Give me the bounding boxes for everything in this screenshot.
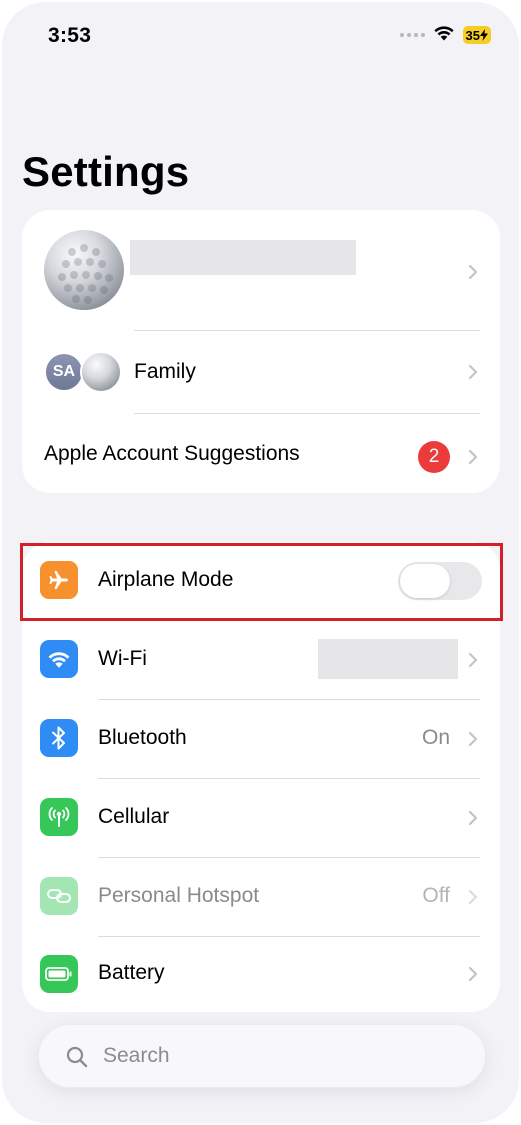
chevron-right-icon — [468, 652, 478, 668]
signal-dots-icon — [399, 33, 425, 37]
account-suggestions-row[interactable]: Apple Account Suggestions 2 — [22, 414, 500, 493]
hotspot-link-icon — [40, 877, 78, 915]
family-member-avatar: SA — [44, 352, 84, 392]
wifi-status-icon — [433, 24, 455, 46]
chevron-right-icon — [468, 449, 478, 465]
wifi-icon — [40, 640, 78, 678]
personal-hotspot-label: Personal Hotspot — [98, 884, 260, 907]
account-avatar — [44, 230, 124, 310]
wifi-network-redacted — [318, 639, 458, 679]
bluetooth-icon — [40, 719, 78, 757]
bluetooth-status-value: On — [421, 726, 450, 749]
personal-hotspot-value: Off — [422, 884, 450, 907]
wifi-label: Wi-Fi — [98, 647, 147, 670]
account-card: SA Family Apple Account Suggestions 2 — [22, 210, 500, 493]
family-row[interactable]: SA Family — [22, 331, 500, 413]
family-owner-avatar — [80, 351, 122, 393]
battery-label: Battery — [98, 961, 165, 984]
chevron-right-icon — [468, 966, 478, 982]
chevron-right-icon — [468, 364, 478, 380]
account-name-redacted — [130, 240, 356, 275]
battery-row[interactable]: Battery — [22, 937, 500, 1012]
cellular-label: Cellular — [98, 805, 170, 828]
status-time: 3:53 — [48, 24, 92, 47]
family-label: Family — [134, 360, 196, 383]
suggestions-count-badge: 2 — [418, 441, 450, 473]
search-icon — [65, 1045, 89, 1074]
airplane-mode-highlight-box — [20, 543, 503, 621]
apple-account-row[interactable] — [22, 210, 500, 330]
wifi-row[interactable]: Wi-Fi — [22, 621, 500, 699]
settings-screen: 3:53 35 Settings SA Family Apple Account… — [2, 2, 519, 1123]
chevron-right-icon — [468, 731, 478, 747]
bluetooth-label: Bluetooth — [98, 726, 187, 749]
account-suggestions-label: Apple Account Suggestions — [44, 442, 300, 465]
cellular-antenna-icon — [40, 798, 78, 836]
status-icons: 35 — [399, 24, 491, 46]
chevron-right-icon — [468, 264, 478, 280]
search-field[interactable]: Search — [38, 1024, 486, 1088]
chevron-right-icon — [468, 889, 478, 905]
page-title: Settings — [22, 148, 190, 195]
personal-hotspot-row[interactable]: Personal Hotspot Off — [22, 858, 500, 936]
battery-icon — [40, 955, 78, 993]
battery-status-badge: 35 — [462, 26, 491, 44]
bluetooth-row[interactable]: Bluetooth On — [22, 700, 500, 778]
cellular-row[interactable]: Cellular — [22, 779, 500, 857]
search-placeholder: Search — [103, 1044, 170, 1067]
chevron-right-icon — [468, 810, 478, 826]
